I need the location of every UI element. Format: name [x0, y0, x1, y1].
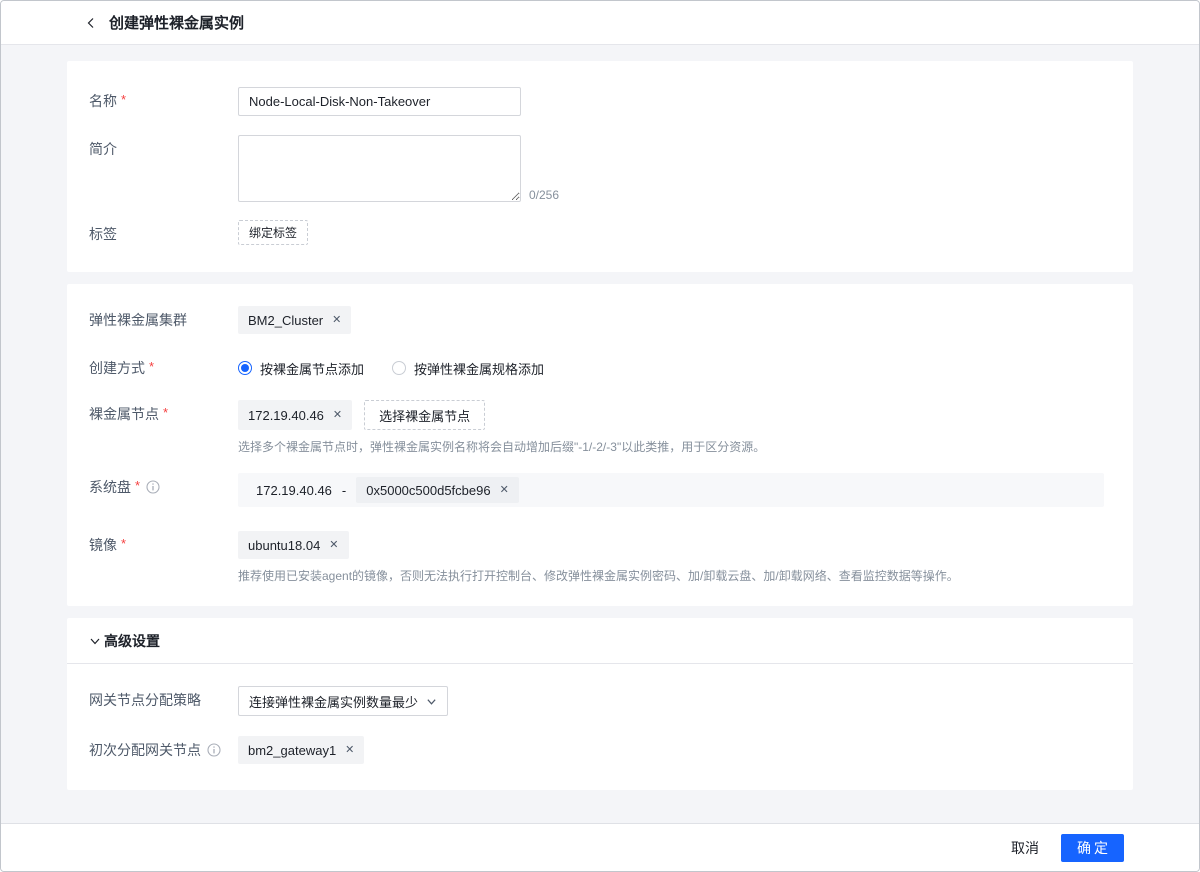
radio-by-node[interactable]: 按裸金属节点添加	[238, 359, 364, 378]
name-label: 名称 *	[89, 87, 238, 115]
create-instance-page: 创建弹性裸金属实例 名称 * 简介	[0, 0, 1200, 872]
remove-node-tag-icon[interactable]: ✕	[333, 410, 342, 421]
initial-gateway-tag: bm2_gateway1 ✕	[238, 736, 364, 764]
name-input[interactable]	[238, 87, 521, 116]
required-asterisk: *	[121, 537, 126, 550]
system-disk-bar: 172.19.40.46 - 0x5000c500d5fcbe96 ✕	[238, 473, 1104, 507]
initial-gateway-info-icon[interactable]	[207, 743, 221, 757]
chevron-down-icon	[89, 635, 101, 647]
required-asterisk: *	[121, 93, 126, 106]
create-mode-label: 创建方式 *	[89, 354, 238, 382]
cluster-label: 弹性裸金属集群	[89, 306, 238, 334]
advanced-settings-card: 高级设置 网关节点分配策略 连接弹性裸金属实例数量最少	[67, 618, 1133, 790]
radio-icon	[238, 361, 252, 375]
char-counter: 0/256	[529, 188, 559, 202]
radio-icon	[392, 361, 406, 375]
system-disk-separator: -	[342, 483, 346, 498]
remove-gateway-tag-icon[interactable]: ✕	[345, 745, 354, 756]
cluster-tag: BM2_Cluster ✕	[238, 306, 351, 334]
system-disk-row: 系统盘 * 172.19.40.46 -	[89, 473, 1104, 507]
advanced-settings-title: 高级设置	[104, 631, 160, 651]
image-row: 镜像 * ubuntu18.04 ✕ 推荐使用已安装agent的镜像，否则无法执…	[89, 531, 1104, 585]
image-tag: ubuntu18.04 ✕	[238, 531, 349, 559]
required-asterisk: *	[135, 479, 140, 492]
image-label: 镜像 *	[89, 531, 238, 559]
system-disk-node-ip: 172.19.40.46	[256, 483, 332, 498]
node-label: 裸金属节点 *	[89, 400, 238, 428]
remove-image-tag-icon[interactable]: ✕	[329, 540, 338, 551]
gateway-policy-row: 网关节点分配策略 连接弹性裸金属实例数量最少	[89, 686, 1104, 716]
required-asterisk: *	[163, 406, 168, 419]
cluster-row: 弹性裸金属集群 BM2_Cluster ✕	[89, 306, 1104, 334]
node-row: 裸金属节点 * 172.19.40.46 ✕ 选择裸金属节点 选择多个裸金属节点…	[89, 400, 1104, 456]
gateway-policy-label: 网关节点分配策略	[89, 686, 238, 714]
gateway-policy-select[interactable]: 连接弹性裸金属实例数量最少	[238, 686, 448, 716]
radio-by-spec[interactable]: 按弹性裸金属规格添加	[392, 359, 544, 378]
required-asterisk: *	[149, 360, 154, 373]
cancel-button[interactable]: 取消	[1011, 838, 1039, 858]
advanced-settings-toggle[interactable]: 高级设置	[67, 618, 1133, 664]
gateway-policy-value: 连接弹性裸金属实例数量最少	[249, 692, 418, 711]
bind-tag-button[interactable]: 绑定标签	[238, 220, 308, 245]
node-helper-text: 选择多个裸金属节点时，弹性裸金属实例名称将会自动增加后缀"-1/-2/-3"以此…	[238, 439, 1104, 456]
remove-cluster-tag-icon[interactable]: ✕	[332, 315, 341, 326]
intro-label: 简介	[89, 135, 238, 163]
confirm-button[interactable]: 确定	[1061, 834, 1124, 862]
back-icon[interactable]	[81, 13, 101, 33]
instance-config-card: 弹性裸金属集群 BM2_Cluster ✕ 创建方式 *	[67, 284, 1133, 606]
basic-info-card: 名称 * 简介 0/256	[67, 61, 1133, 272]
create-mode-row: 创建方式 * 按裸金属节点添加 按弹性裸金属规格添加	[89, 354, 1104, 382]
chevron-down-icon	[426, 696, 437, 707]
page-title: 创建弹性裸金属实例	[109, 12, 244, 33]
initial-gateway-label: 初次分配网关节点	[89, 736, 238, 764]
page-footer: 取消 确定	[1, 823, 1199, 871]
system-disk-label: 系统盘 *	[89, 473, 238, 501]
page-header: 创建弹性裸金属实例	[1, 1, 1199, 45]
node-tag: 172.19.40.46 ✕	[238, 400, 352, 430]
image-helper-text: 推荐使用已安装agent的镜像，否则无法执行打开控制台、修改弹性裸金属实例密码、…	[238, 568, 1104, 585]
tags-row: 标签 绑定标签	[89, 220, 1104, 248]
intro-row: 简介 0/256	[89, 135, 1104, 202]
system-disk-info-icon[interactable]	[146, 480, 160, 494]
tags-label: 标签	[89, 220, 238, 248]
intro-textarea[interactable]	[238, 135, 521, 202]
initial-gateway-row: 初次分配网关节点 bm2_gateway1 ✕	[89, 736, 1104, 764]
remove-disk-tag-icon[interactable]: ✕	[500, 485, 509, 496]
select-node-button[interactable]: 选择裸金属节点	[364, 400, 485, 430]
system-disk-tag: 0x5000c500d5fcbe96 ✕	[356, 477, 519, 503]
form-body: 名称 * 简介 0/256	[1, 45, 1199, 823]
name-row: 名称 *	[89, 87, 1104, 116]
